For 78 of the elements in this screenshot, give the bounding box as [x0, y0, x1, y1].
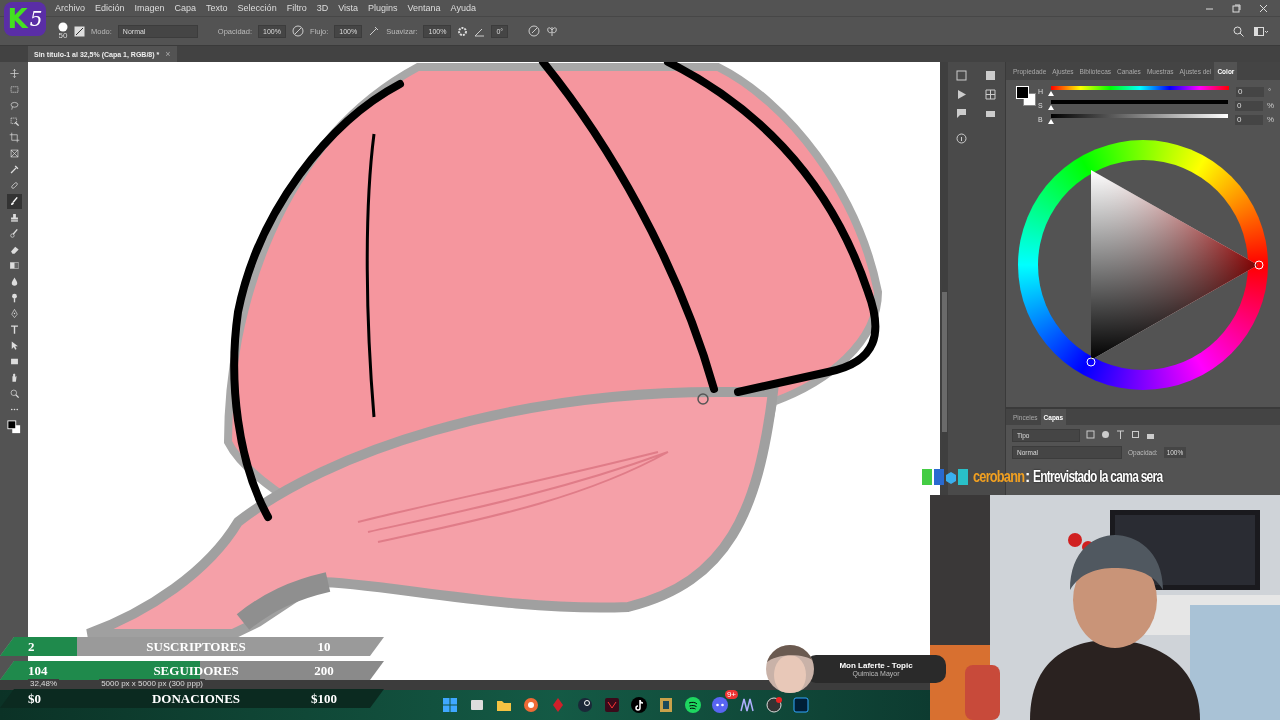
grid-icon[interactable]	[984, 89, 996, 100]
menu-item[interactable]: Imagen	[129, 3, 170, 13]
goal-target: $100	[310, 690, 338, 707]
goal-target: 10	[316, 638, 332, 655]
slider-thumb[interactable]	[1047, 119, 1054, 124]
comment-icon[interactable]	[955, 108, 967, 119]
windows-icon[interactable]	[440, 695, 460, 715]
menu-item[interactable]: Filtro	[281, 3, 312, 13]
channel-logo: K5	[4, 2, 46, 36]
goal-current: $0	[27, 690, 42, 707]
brush-icon[interactable]	[6, 194, 22, 209]
value-field[interactable]: 0	[1235, 100, 1263, 111]
menu-item[interactable]: 3D	[311, 3, 334, 13]
discord-icon[interactable]	[710, 695, 730, 715]
badge-icon	[922, 469, 932, 485]
settings-icon[interactable]	[457, 25, 469, 37]
half-circle-icon[interactable]	[1101, 430, 1110, 439]
steam-icon[interactable]	[575, 695, 595, 715]
unit-label: °	[1268, 87, 1272, 96]
menu-item[interactable]: Ventana	[402, 3, 446, 13]
goal-label: SEGUIDORES	[152, 662, 240, 679]
menu-item[interactable]: Vista	[333, 3, 363, 13]
brush-size: 50	[58, 32, 68, 40]
menu-item[interactable]: Texto	[201, 3, 233, 13]
brush-cursor-icon	[697, 393, 709, 405]
search-icon[interactable]	[1233, 25, 1244, 37]
history-icon[interactable]	[955, 70, 967, 81]
document-size: 5000 px x 5000 px (300 ppp)	[99, 679, 205, 688]
info-icon[interactable]	[955, 133, 967, 144]
goal-target: 200	[313, 662, 335, 679]
play-icon[interactable]	[955, 89, 967, 100]
restore-icon[interactable]	[1232, 3, 1241, 13]
airbrush-icon[interactable]	[368, 25, 381, 37]
brush-tip-icon[interactable]	[58, 22, 68, 32]
goal-label: SUSCRIPTORES	[145, 638, 247, 655]
tiktok-icon[interactable]	[629, 695, 649, 715]
chat-separator: :	[1025, 468, 1031, 486]
layers-icon[interactable]	[984, 108, 996, 119]
goal-current: 104	[27, 662, 49, 679]
color-slider-track[interactable]	[1051, 86, 1229, 90]
notification-badge: 9+	[724, 690, 738, 699]
cube-icon	[946, 469, 956, 485]
track-title: Mon Laferte - Topic	[839, 661, 913, 670]
value-field[interactable]: 0	[1236, 86, 1264, 97]
butterfly-icon[interactable]	[546, 25, 559, 37]
recording-app-icon[interactable]	[764, 695, 784, 715]
menu-item[interactable]: Selección	[232, 3, 282, 13]
menu-item[interactable]: Edición	[90, 3, 130, 13]
type-icon[interactable]	[1116, 430, 1125, 439]
color-swatches-icon[interactable]	[5, 418, 23, 436]
transform-icon[interactable]	[1131, 430, 1140, 439]
image-icon[interactable]	[1086, 430, 1095, 439]
menu-item[interactable]: Archivo	[50, 3, 90, 13]
pressure-size-icon[interactable]	[528, 25, 541, 37]
color-swatches[interactable]	[1016, 86, 1036, 106]
color-slider-track[interactable]	[1050, 100, 1228, 104]
unit-label: %	[1266, 115, 1274, 124]
value-field[interactable]: 0	[1235, 114, 1263, 125]
adjustment-icon[interactable]	[984, 70, 996, 81]
photoshop-icon[interactable]	[791, 695, 811, 715]
workspace-icon[interactable]	[1254, 25, 1268, 37]
spotify-icon[interactable]	[683, 695, 703, 715]
menu-item[interactable]: Capa	[169, 3, 202, 13]
chat-username: cerobann	[973, 468, 1025, 486]
goal-current: 2	[27, 638, 36, 655]
brush-settings-icon[interactable]	[74, 25, 85, 37]
unit-label: %	[1266, 101, 1274, 110]
close-icon[interactable]	[1259, 3, 1268, 13]
pressure-icon[interactable]	[291, 25, 304, 37]
browser-icon[interactable]	[521, 695, 541, 715]
color-slider-track[interactable]	[1050, 114, 1228, 118]
menu-item[interactable]: Ayuda	[445, 3, 481, 13]
badge-icon	[934, 469, 944, 485]
badge-icon	[958, 469, 968, 485]
chat-message: Entrevistado la cama sera	[1033, 468, 1163, 486]
goal-label: DONACIONES	[150, 690, 242, 707]
zoom-level: 32,48%	[28, 679, 60, 688]
menu-item[interactable]: Plugins	[363, 3, 403, 13]
